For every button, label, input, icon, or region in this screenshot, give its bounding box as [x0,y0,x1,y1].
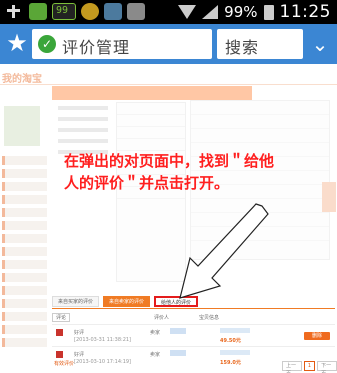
android-icon [29,3,47,20]
clock: 11:25 [279,2,331,22]
rating-type: 好评 [74,352,85,358]
weather-icon [81,3,99,20]
sidebar-item[interactable] [2,286,47,295]
prev-page-button[interactable]: 上一页 [282,361,302,373]
divider [0,84,337,85]
panel-row [117,103,185,115]
address-bar[interactable]: ✓ 评价管理 [32,29,212,59]
sidebar-menu [2,156,47,351]
tab-from-sellers[interactable]: 来自卖家的评价 [103,296,151,307]
signal-icon [202,5,219,19]
page-title: 评价管理 [62,38,131,57]
stats-row [191,115,329,129]
chevron-down-icon[interactable]: ⌄ [306,30,334,58]
stats-row [191,213,329,227]
rating-date: [2013-03-10 17:14:19] [74,359,132,365]
rater-name[interactable] [170,350,186,356]
top-nav-strip [52,86,252,100]
rater-role: 卖家 [150,352,161,358]
item-price: 49.50元 [220,338,241,344]
sidebar-item[interactable] [2,273,47,282]
valid-tag: 有效评价 [54,361,75,367]
rater-role: 卖家 [150,330,161,336]
notification-icons [4,3,145,20]
tutorial-instruction: 在弹出的对页面中，找到＂给他人的评价＂并点击打开。 [64,152,275,192]
sidebar-item[interactable] [2,169,47,178]
item-price: 159.0元 [220,360,241,366]
page-number[interactable]: 1 [303,361,316,371]
rating-type: 好评 [74,330,85,336]
battery-percent: 99% [224,3,258,21]
sidebar-item[interactable] [2,325,47,334]
col-rater: 评价人 [154,314,170,321]
sidebar-item[interactable] [2,234,47,243]
stats-row [191,227,329,241]
battery-icon [263,4,274,20]
sidebar-item[interactable] [2,312,47,321]
tab-underline [52,308,335,309]
sidebar-item[interactable] [2,182,47,191]
web-page: 我的淘宝 来自买家的评价 来自卖家的评价 给他人的评价 评论 评价人 宝贝信息 … [0,64,337,373]
col-info: 宝贝信息 [199,314,220,321]
rating-tabs: 来自买家的评价 来自卖家的评价 给他人的评价 [52,296,199,307]
avatar [4,106,40,146]
pagination: 上一页 1 下一页 [282,361,337,373]
picture-icon [104,3,122,20]
sidebar-item[interactable] [2,221,47,230]
tab-given-to-others[interactable]: 给他人的评价 [154,296,199,307]
info-line [58,117,108,121]
status-right: 99% 11:25 [178,2,331,22]
secure-check-icon: ✓ [38,35,56,53]
battery-app-icon [52,3,76,20]
bookmark-star-icon[interactable]: ★ [4,30,30,56]
item-link[interactable] [220,328,250,333]
stats-row [191,101,329,115]
info-line [58,139,108,143]
info-line [58,128,108,132]
search-input[interactable]: 搜索 [217,29,303,59]
item-link[interactable] [220,350,250,355]
sidebar-item[interactable] [2,208,47,217]
sidebar-item[interactable] [2,260,47,269]
sidebar-item[interactable] [2,156,47,165]
rater-name[interactable] [170,328,186,334]
filter-select[interactable]: 评论 [52,312,71,322]
wifi-icon [178,5,197,19]
sidebar-item[interactable] [2,247,47,256]
info-line [58,106,108,110]
panel-row [117,127,185,139]
next-page-button[interactable]: 下一页 [317,361,337,373]
rating-mark-icon [56,351,63,358]
sidebar-item[interactable] [2,195,47,204]
browser-toolbar: ★ ✓ 评价管理 搜索 ⌄ [0,24,337,64]
delete-button[interactable]: 删除 [304,332,330,340]
search-label: 搜索 [225,38,260,57]
panel-row [117,115,185,127]
usb-icon [4,3,24,20]
sidebar-item[interactable] [2,299,47,308]
side-tab[interactable] [322,182,336,212]
mail-icon [127,3,145,20]
sidebar-item[interactable] [2,338,47,347]
table-header: 评论 评价人 宝贝信息 [52,312,335,322]
stats-row [191,129,329,143]
status-bar: 99% 11:25 [0,0,337,24]
rating-mark-icon [56,329,63,336]
tab-from-buyers[interactable]: 来自买家的评价 [52,296,100,307]
stats-row [191,199,329,213]
taobao-logo[interactable]: 我的淘宝 [2,70,42,85]
rating-date: [2013-03-31 11:38:21] [74,337,132,343]
